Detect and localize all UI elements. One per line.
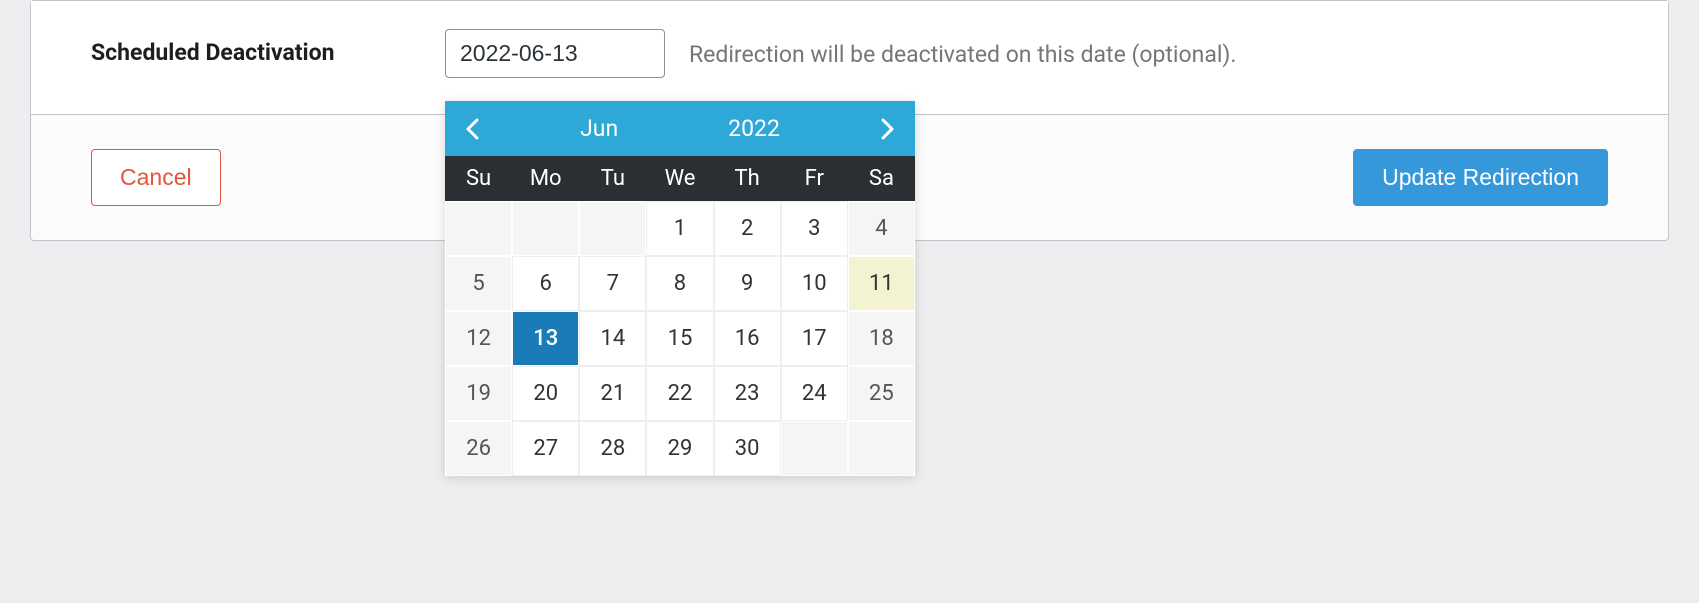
chevron-left-icon xyxy=(465,118,479,140)
datepicker-year[interactable]: 2022 xyxy=(728,115,780,142)
day-cell[interactable]: 28 xyxy=(579,421,646,476)
day-cell[interactable]: 30 xyxy=(714,421,781,476)
scheduled-deactivation-label: Scheduled Deactivation xyxy=(91,29,421,66)
dow-cell: Su xyxy=(445,166,512,191)
dow-cell: Fr xyxy=(781,166,848,191)
day-cell[interactable]: 2 xyxy=(714,201,781,256)
day-cell[interactable]: 13 xyxy=(512,311,579,366)
day-cell[interactable]: 15 xyxy=(646,311,713,366)
day-cell[interactable]: 14 xyxy=(579,311,646,366)
scheduled-deactivation-input[interactable] xyxy=(445,29,665,78)
dow-cell: We xyxy=(646,166,713,191)
datepicker-header: Jun 2022 xyxy=(445,101,915,156)
dow-cell: Tu xyxy=(579,166,646,191)
empty-cell xyxy=(512,201,579,256)
day-cell[interactable]: 7 xyxy=(579,256,646,311)
day-cell[interactable]: 8 xyxy=(646,256,713,311)
day-cell[interactable]: 3 xyxy=(781,201,848,256)
day-cell[interactable]: 5 xyxy=(445,256,512,311)
prev-month-button[interactable] xyxy=(465,118,479,140)
scheduled-deactivation-row: Scheduled Deactivation Jun 2022 xyxy=(31,1,1668,114)
chevron-right-icon xyxy=(881,118,895,140)
day-cell[interactable]: 4 xyxy=(848,201,915,256)
day-cell[interactable]: 10 xyxy=(781,256,848,311)
datepicker-popup: Jun 2022 SuMoTuWeThFrSa 1234567891011121… xyxy=(445,101,915,476)
day-cell[interactable]: 20 xyxy=(512,366,579,421)
day-cell[interactable]: 11 xyxy=(848,256,915,311)
datepicker-month[interactable]: Jun xyxy=(580,115,618,142)
day-cell[interactable]: 24 xyxy=(781,366,848,421)
empty-cell xyxy=(848,421,915,476)
day-cell[interactable]: 17 xyxy=(781,311,848,366)
day-cell[interactable]: 18 xyxy=(848,311,915,366)
form-panel: Scheduled Deactivation Jun 2022 xyxy=(30,0,1669,241)
empty-cell xyxy=(781,421,848,476)
cancel-button[interactable]: Cancel xyxy=(91,149,221,206)
day-cell[interactable]: 12 xyxy=(445,311,512,366)
datepicker-dow-row: SuMoTuWeThFrSa xyxy=(445,156,915,201)
dow-cell: Sa xyxy=(848,166,915,191)
day-cell[interactable]: 19 xyxy=(445,366,512,421)
update-redirection-button[interactable]: Update Redirection xyxy=(1353,149,1608,206)
day-cell[interactable]: 16 xyxy=(714,311,781,366)
date-input-wrap: Jun 2022 SuMoTuWeThFrSa 1234567891011121… xyxy=(445,29,665,78)
datepicker-title: Jun 2022 xyxy=(580,115,780,142)
day-cell[interactable]: 29 xyxy=(646,421,713,476)
datepicker-grid: 1234567891011121314151617181920212223242… xyxy=(445,201,915,476)
scheduled-deactivation-hint: Redirection will be deactivated on this … xyxy=(689,29,1237,68)
day-cell[interactable]: 22 xyxy=(646,366,713,421)
day-cell[interactable]: 25 xyxy=(848,366,915,421)
empty-cell xyxy=(445,201,512,256)
next-month-button[interactable] xyxy=(881,118,895,140)
day-cell[interactable]: 26 xyxy=(445,421,512,476)
day-cell[interactable]: 27 xyxy=(512,421,579,476)
day-cell[interactable]: 9 xyxy=(714,256,781,311)
dow-cell: Th xyxy=(714,166,781,191)
day-cell[interactable]: 1 xyxy=(646,201,713,256)
day-cell[interactable]: 6 xyxy=(512,256,579,311)
day-cell[interactable]: 21 xyxy=(579,366,646,421)
day-cell[interactable]: 23 xyxy=(714,366,781,421)
empty-cell xyxy=(579,201,646,256)
dow-cell: Mo xyxy=(512,166,579,191)
